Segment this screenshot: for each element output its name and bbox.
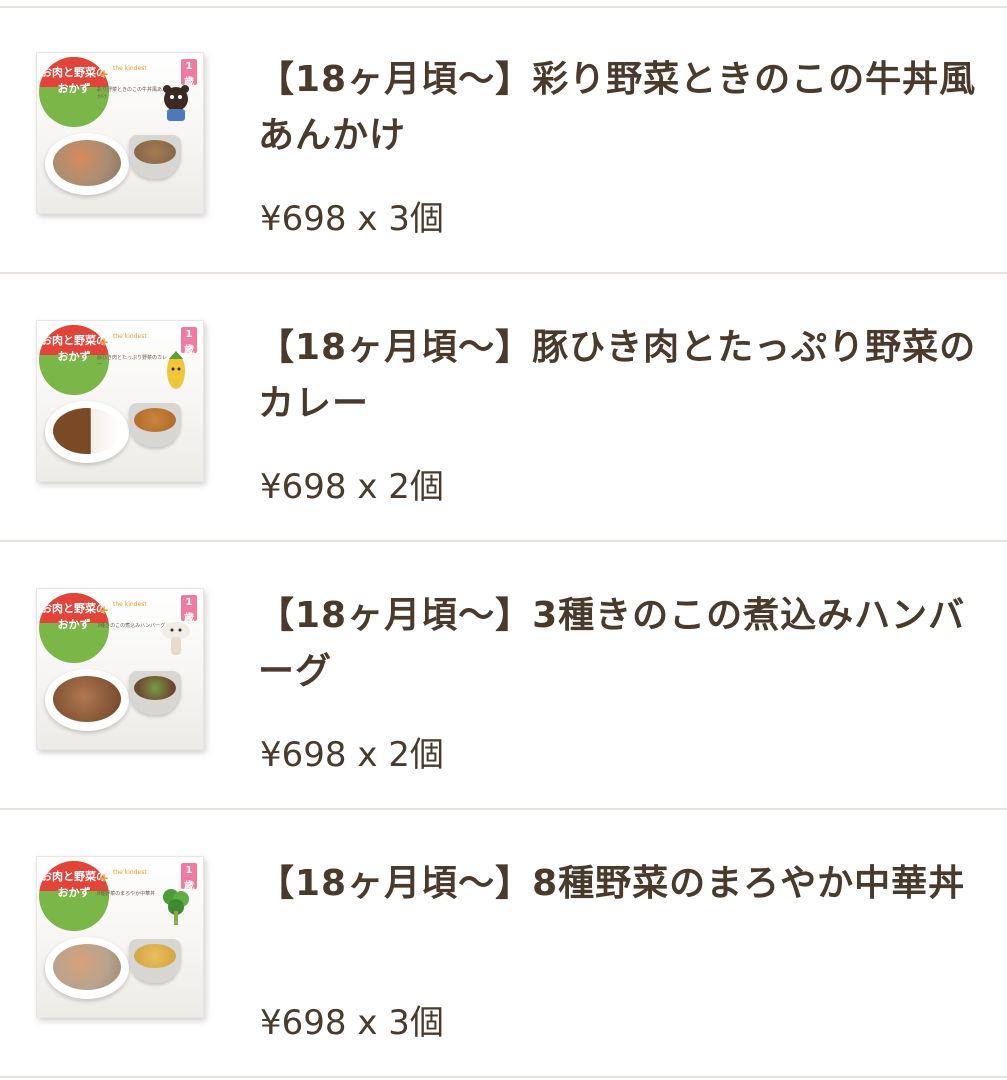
list-item[interactable]: お肉と野菜のおかず + the kindest 1歳 豚ひき肉とたっぷり野菜のカ… [0, 276, 1007, 542]
product-title[interactable]: 【18ヶ月頃〜】豚ひき肉とたっぷり野菜のカレー [258, 320, 978, 432]
age-tag: 1歳 [181, 863, 197, 892]
plate-image [45, 669, 129, 731]
brand-logo-icon: + [99, 335, 110, 349]
age-tag: 1歳 [181, 59, 197, 88]
package-description: 豚ひき肉とたっぷり野菜のカレー [97, 355, 168, 368]
character-icon [162, 622, 190, 655]
package-description: 彩り野菜ときのこの牛丼風あんかけ [97, 87, 168, 100]
plate-image [45, 133, 129, 195]
brand-logo-icon: + [99, 67, 110, 81]
brand-logo-icon: + [99, 871, 110, 885]
price-quantity: ¥698 x 3個 [260, 1003, 444, 1043]
list-item[interactable]: お肉と野菜のおかず + the kindest 1歳 8種野菜のまろやか中華丼 … [0, 812, 1007, 1078]
plate-image [45, 937, 129, 999]
bowl-image [129, 671, 181, 715]
order-item-list: お肉と野菜のおかず + the kindest 1歳 彩り野菜ときのこの牛丼風あ… [0, 0, 1007, 1080]
list-item[interactable]: お肉と野菜のおかず + the kindest 1歳 3種きのこの煮込みハンバー… [0, 544, 1007, 810]
price-quantity: ¥698 x 2個 [260, 735, 444, 775]
brand-name: the kindest [113, 65, 147, 72]
price-quantity: ¥698 x 2個 [260, 467, 444, 507]
price-quantity: ¥698 x 3個 [260, 199, 444, 239]
bowl-image [129, 403, 181, 447]
bowl-image [129, 135, 181, 179]
product-title[interactable]: 【18ヶ月頃〜】3種きのこの煮込みハンバーグ [258, 588, 978, 700]
age-tag: 1歳 [181, 327, 197, 356]
package-description: 3種きのこの煮込みハンバーグ [97, 623, 166, 629]
product-thumbnail[interactable]: お肉と野菜のおかず + the kindest 1歳 彩り野菜ときのこの牛丼風あ… [36, 52, 204, 214]
product-title[interactable]: 【18ヶ月頃〜】8種野菜のまろやか中華丼 [258, 856, 978, 912]
brand-name: the kindest [113, 869, 147, 876]
product-title[interactable]: 【18ヶ月頃〜】彩り野菜ときのこの牛丼風あんかけ [258, 52, 978, 164]
package-description: 8種野菜のまろやか中華丼 [97, 891, 156, 897]
character-icon [163, 85, 189, 121]
list-item[interactable]: お肉と野菜のおかず + the kindest 1歳 彩り野菜ときのこの牛丼風あ… [0, 8, 1007, 274]
bowl-image [129, 939, 181, 983]
product-thumbnail[interactable]: お肉と野菜のおかず + the kindest 1歳 8種野菜のまろやか中華丼 [36, 856, 204, 1018]
brand-logo-icon: + [99, 603, 110, 617]
plate-image [45, 401, 129, 463]
character-icon [167, 351, 185, 389]
product-thumbnail[interactable]: お肉と野菜のおかず + the kindest 1歳 豚ひき肉とたっぷり野菜のカ… [36, 320, 204, 482]
character-icon [163, 889, 189, 925]
product-thumbnail[interactable]: お肉と野菜のおかず + the kindest 1歳 3種きのこの煮込みハンバー… [36, 588, 204, 750]
brand-name: the kindest [113, 601, 147, 608]
brand-name: the kindest [113, 333, 147, 340]
age-tag: 1歳 [181, 595, 197, 624]
